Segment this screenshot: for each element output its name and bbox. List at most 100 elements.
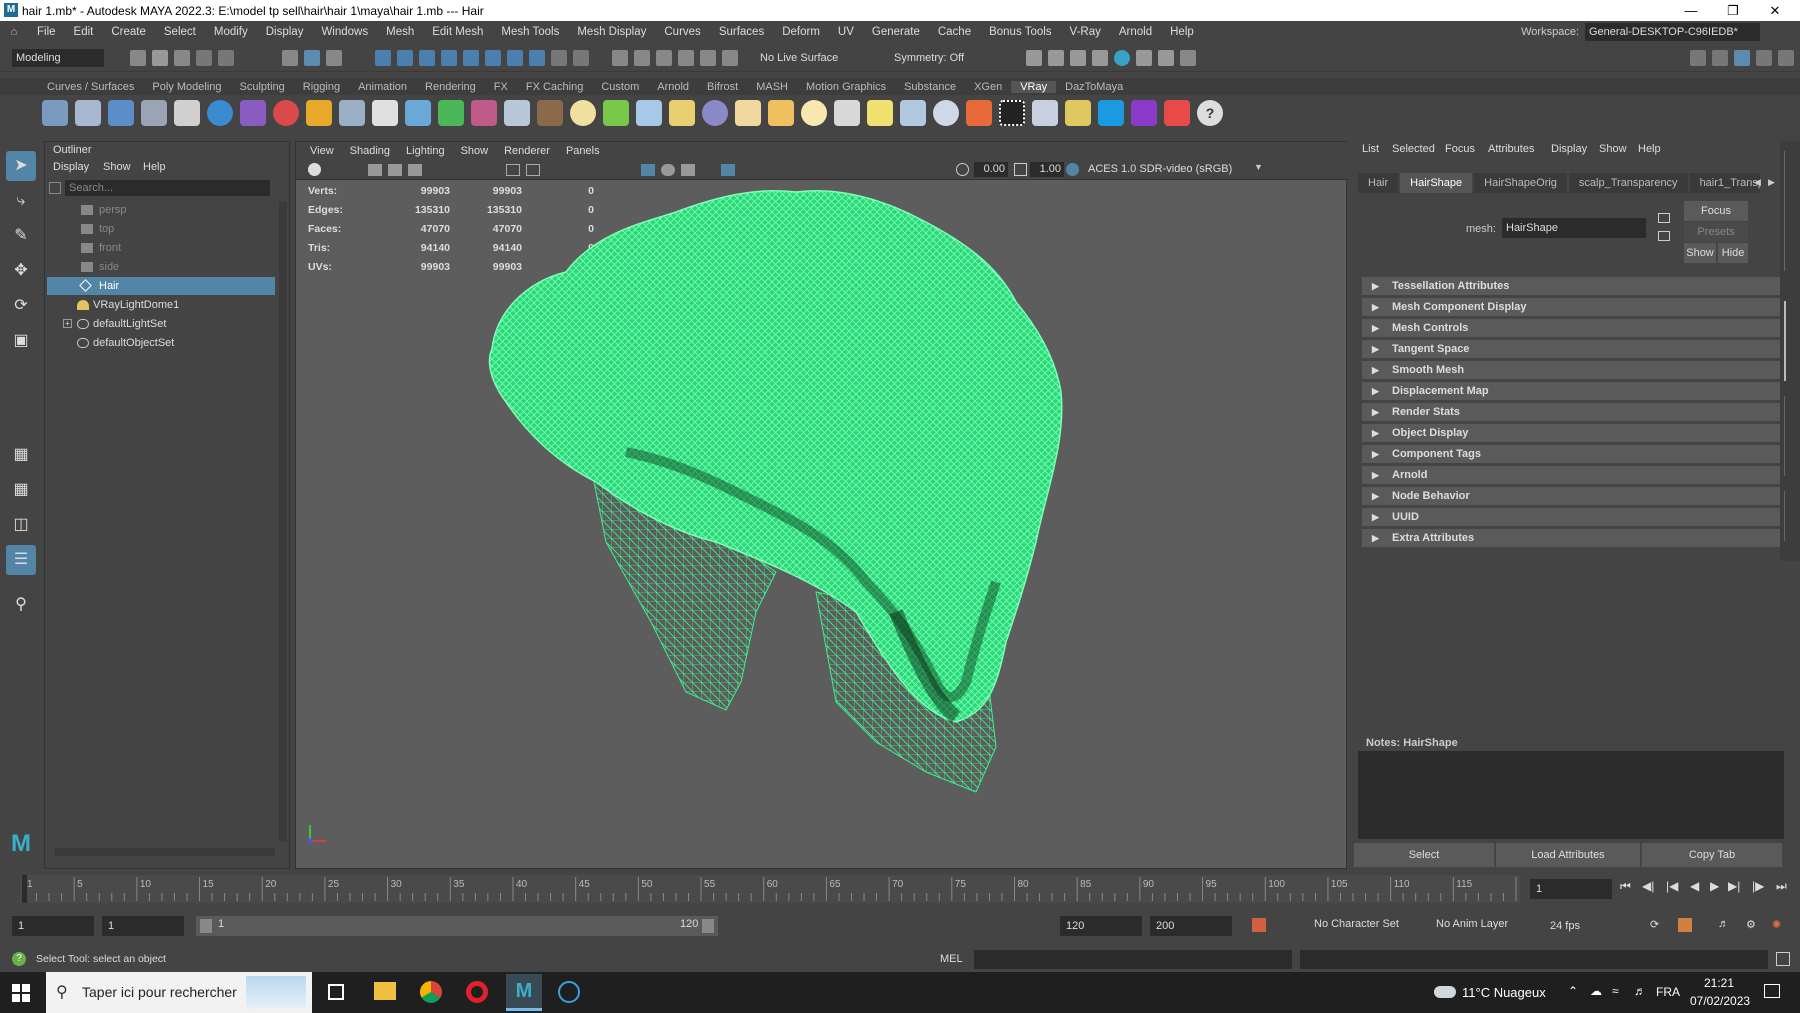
shelf-tab-xgen[interactable]: XGen [965, 81, 1011, 93]
time-slider-ruler[interactable]: 1 5 10 15 20 25 30 35 40 45 50 55 60 65 70 75 80 85 90 95 10… [20, 871, 1520, 907]
file-explorer-icon[interactable] [374, 982, 396, 1000]
section-tangent-space[interactable]: ▶ Tangent Space [1362, 340, 1784, 358]
shelf-tab-custom[interactable]: Custom [592, 81, 648, 93]
focus-button[interactable]: Focus [1684, 201, 1748, 221]
loop-icon[interactable]: ⟳ [1650, 918, 1659, 931]
play-forward-icon[interactable]: ▶ [1710, 879, 1719, 893]
hypershade-icon[interactable] [1114, 50, 1130, 66]
section-mesh-controls[interactable]: ▶ Mesh Controls [1362, 319, 1784, 337]
vray-shelf-icon-6[interactable] [207, 100, 233, 126]
live-surface-field[interactable]: No Live Surface [756, 49, 848, 67]
viewport-panel[interactable]: View Shading Lighting Show Renderer Pane… [295, 141, 1348, 870]
vray-shelf-icon-14[interactable] [471, 100, 497, 126]
step-back-key-icon[interactable]: ◀| [1642, 879, 1654, 893]
shelf-tab-bifrost[interactable]: Bifrost [698, 81, 747, 93]
save-scene-icon[interactable] [174, 50, 190, 66]
vray-shelf-icon-1[interactable] [42, 100, 68, 126]
mesh-name-field[interactable]: HairShape [1502, 218, 1646, 238]
vray-shelf-icon-10[interactable] [339, 100, 365, 126]
section-render-stats[interactable]: ▶ Render Stats [1362, 403, 1784, 421]
attr-tab-hair[interactable]: Hair [1358, 173, 1399, 193]
menu-windows[interactable]: Windows [312, 26, 377, 38]
section-mesh-component-display[interactable]: ▶ Mesh Component Display [1362, 298, 1784, 316]
shelf-tab-rendering[interactable]: Rendering [416, 81, 485, 93]
select-object-icon[interactable] [304, 50, 320, 66]
vray-shelf-icon-25[interactable] [834, 100, 860, 126]
section-node-behavior[interactable]: ▶ Node Behavior [1362, 487, 1784, 505]
anim-layer-dropdown[interactable]: No Anim Layer [1436, 918, 1508, 930]
undo-icon[interactable] [196, 50, 212, 66]
home-icon[interactable]: ⌂ [0, 26, 28, 38]
new-scene-icon[interactable] [130, 50, 146, 66]
opera-icon[interactable] [466, 981, 488, 1003]
attr-tab-hairshape[interactable]: HairShape [1400, 173, 1473, 193]
current-time-marker[interactable] [22, 875, 27, 903]
attribute-editor-tab[interactable] [1784, 301, 1794, 381]
snap-vertex-icon[interactable] [485, 50, 501, 66]
vray-shelf-icon-34[interactable] [1131, 100, 1157, 126]
render-frame-icon[interactable] [1026, 50, 1042, 66]
help-shelf-icon[interactable]: ? [1197, 100, 1223, 126]
vray-shelf-icon-18[interactable] [603, 100, 629, 126]
vray-shelf-icon-8[interactable] [273, 100, 299, 126]
magnet-off-icon[interactable] [722, 50, 738, 66]
shelf-tab-vray[interactable]: VRay [1011, 80, 1057, 93]
time-slider[interactable]: 1 5 10 15 20 25 30 35 40 45 50 55 60 65 70 75 80 85 90 95 10… [0, 871, 1800, 907]
move-tool-icon[interactable]: ✥ [6, 256, 36, 286]
select-tool-icon[interactable]: ➤ [6, 151, 36, 181]
shelf-tab-fx-caching[interactable]: FX Caching [517, 81, 592, 93]
snap-curve-icon[interactable] [397, 50, 413, 66]
notes-textarea[interactable] [1358, 751, 1784, 839]
vray-shelf-icon-27[interactable] [900, 100, 926, 126]
attr-menu-show[interactable]: Show [1599, 143, 1627, 155]
menu-file[interactable]: File [28, 26, 65, 38]
human-ik-tab[interactable] [1784, 491, 1794, 541]
lock-icon[interactable] [551, 50, 567, 66]
channel-box-tab[interactable] [1784, 151, 1794, 271]
vray-shelf-icon-22[interactable] [735, 100, 761, 126]
menu-select[interactable]: Select [155, 26, 205, 38]
vray-shelf-icon-33[interactable] [1098, 100, 1124, 126]
shelf-tab-motion-graphics[interactable]: Motion Graphics [797, 81, 895, 93]
vray-shelf-icon-19[interactable] [636, 100, 662, 126]
select-button[interactable]: Select [1354, 843, 1494, 867]
shelf-tab-rigging[interactable]: Rigging [294, 81, 349, 93]
attr-menu-list[interactable]: List [1362, 143, 1379, 155]
section-component-tags[interactable]: ▶ Component Tags [1362, 445, 1784, 463]
anim-bookmark-icon[interactable]: ✺ [1772, 918, 1781, 931]
close-icon[interactable]: ✕ [1752, 0, 1798, 21]
task-view-icon[interactable] [328, 984, 344, 1000]
outliner-item-front[interactable]: front [47, 239, 275, 257]
menu-curves[interactable]: Curves [655, 26, 709, 38]
vray-shelf-icon-7[interactable] [240, 100, 266, 126]
section-extra-attributes[interactable]: ▶ Extra Attributes [1362, 529, 1784, 547]
hair-mesh-wireframe[interactable] [296, 142, 1348, 870]
single-view-icon[interactable]: ▦ [6, 440, 36, 470]
shelf-tab-curves-surfaces[interactable]: Curves / Surfaces [38, 81, 143, 93]
menu-mesh-tools[interactable]: Mesh Tools [492, 26, 568, 38]
ipr-icon[interactable] [1070, 50, 1086, 66]
select-component-icon[interactable] [326, 50, 342, 66]
playback-end-field[interactable]: 120 [1060, 916, 1142, 936]
shelf-tab-substance[interactable]: Substance [895, 81, 965, 93]
outliner-item-top[interactable]: top [47, 220, 275, 238]
outliner-menu-help[interactable]: Help [143, 161, 166, 173]
attr-tab-hair1-transp[interactable]: hair1_Transp [1689, 173, 1760, 193]
attr-menu-focus[interactable]: Focus [1445, 143, 1475, 155]
end-time-field[interactable]: 200 [1150, 916, 1232, 936]
outliner-menu-display[interactable]: Display [53, 161, 89, 173]
snap-grid-icon[interactable] [375, 50, 391, 66]
snap-live-icon[interactable] [529, 50, 545, 66]
rotate-tool-icon[interactable]: ⟳ [6, 291, 36, 321]
taskbar-search-box[interactable]: ⚲ Taper ici pour rechercher [46, 972, 312, 1013]
anim-prefs-icon[interactable]: ⚙ [1746, 918, 1756, 931]
vray-shelf-icon-9[interactable] [306, 100, 332, 126]
vray-shelf-icon-29[interactable] [966, 100, 992, 126]
attr-menu-selected[interactable]: Selected [1392, 143, 1435, 155]
symmetry-dropdown[interactable]: Symmetry: Off [890, 49, 982, 67]
render-settings-icon[interactable] [1092, 50, 1108, 66]
vray-shelf-icon-12[interactable] [405, 100, 431, 126]
outliner-view-icon[interactable]: ☰ [6, 545, 36, 575]
construction-history-icon[interactable] [612, 50, 628, 66]
vray-shelf-icon-30[interactable] [999, 100, 1025, 126]
